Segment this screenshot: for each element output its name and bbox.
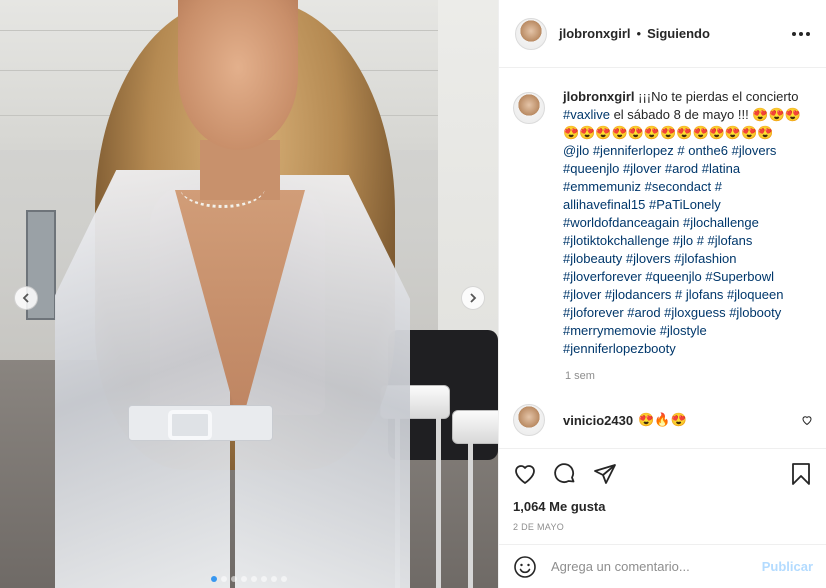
emoji-icon[interactable]: [513, 555, 537, 579]
post-header: jlobronxgirl • Siguiendo: [499, 0, 826, 68]
post-date: 2 DE MAYO: [513, 522, 565, 532]
carousel-dot: [271, 576, 277, 582]
action-bar: [513, 459, 813, 489]
post-photo[interactable]: [0, 0, 498, 588]
carousel-dot: [241, 576, 247, 582]
carousel-dot: [281, 576, 287, 582]
comment-text: 😍🔥😍: [638, 412, 687, 427]
caption-hashtags[interactable]: #jenniferlopez # onthe6 #jlovers #queenj…: [563, 143, 783, 356]
photo-face: [178, 0, 298, 150]
more-options-icon[interactable]: [792, 31, 810, 36]
carousel-dots: [0, 576, 498, 582]
photo-necklace: [180, 168, 265, 208]
follow-status-button[interactable]: Siguiendo: [647, 26, 710, 41]
comment-input[interactable]: [551, 559, 751, 574]
photo-stool: [452, 410, 498, 444]
share-icon[interactable]: [593, 462, 617, 486]
comment-icon[interactable]: [553, 462, 577, 486]
carousel-dot: [251, 576, 257, 582]
header-username[interactable]: jlobronxgirl: [559, 26, 631, 41]
publish-button[interactable]: Publicar: [762, 559, 813, 574]
caption-hashtag[interactable]: #vaxlive: [563, 107, 610, 122]
bookmark-icon[interactable]: [789, 462, 813, 486]
carousel-dot: [231, 576, 237, 582]
comment-item: vinicio2430 😍🔥😍: [513, 404, 813, 436]
comment-username[interactable]: vinicio2430: [563, 413, 633, 428]
caption-time-ago: 1 sem: [565, 370, 595, 382]
chevron-left-icon: [22, 293, 29, 303]
comments-section[interactable]: jlobronxgirl ¡¡¡No te pierdas el concier…: [499, 68, 826, 448]
like-icon[interactable]: [513, 462, 537, 486]
caption-mention[interactable]: @jlo: [563, 143, 589, 158]
carousel-dot: [211, 576, 217, 582]
avatar[interactable]: [513, 404, 545, 436]
caption-username[interactable]: jlobronxgirl: [563, 89, 635, 104]
carousel-dot: [221, 576, 227, 582]
avatar[interactable]: [515, 17, 547, 50]
caption: jlobronxgirl ¡¡¡No te pierdas el concier…: [513, 88, 813, 358]
carousel-dot: [261, 576, 267, 582]
actions-block: 1,064 Me gusta 2 DE MAYO: [499, 448, 826, 532]
avatar[interactable]: [513, 92, 545, 124]
add-comment-bar: Publicar: [499, 544, 826, 588]
chevron-right-icon: [470, 293, 477, 303]
likes-count[interactable]: 1,064 Me gusta: [513, 499, 813, 514]
photo-buckle: [168, 410, 212, 440]
prev-image-button[interactable]: [14, 286, 38, 310]
like-comment-icon[interactable]: [801, 414, 813, 426]
next-image-button[interactable]: [461, 286, 485, 310]
caption-body: jlobronxgirl ¡¡¡No te pierdas el concier…: [563, 88, 803, 358]
caption-text: ¡¡¡No te pierdas el concierto: [638, 89, 799, 104]
header-separator: •: [636, 26, 642, 41]
post-side-panel: jlobronxgirl • Siguiendo jlobronxgirl ¡¡…: [498, 0, 826, 588]
